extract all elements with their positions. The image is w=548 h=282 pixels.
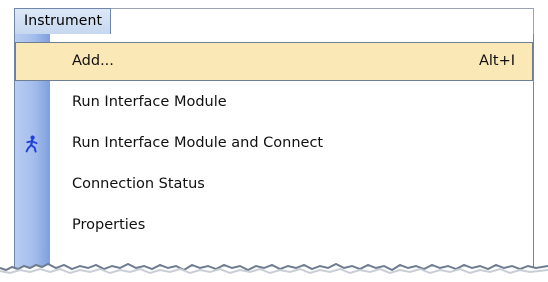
menu-item-label: Run Interface Module and Connect <box>72 135 324 151</box>
running-man-icon <box>24 135 40 153</box>
menu-item-label: Run Interface Module <box>72 94 227 110</box>
torn-edge-divider <box>0 262 548 282</box>
menu-item-connection-status[interactable]: Connection Status <box>15 165 533 204</box>
menu-instrument[interactable]: Instrument <box>14 8 112 35</box>
menu-item-properties[interactable]: Properties <box>15 206 533 245</box>
menu-item-label: Properties <box>72 217 146 233</box>
menu-item-shortcut: Alt+I <box>478 53 515 69</box>
screenshot-stage: Instrument Add... Alt+I Run Interface Mo… <box>0 0 548 282</box>
menu-item-run-interface-module[interactable]: Run Interface Module <box>15 83 533 122</box>
menu-item-run-interface-module-and-connect[interactable]: Run Interface Module and Connect <box>15 124 533 163</box>
instrument-dropdown-menu: Add... Alt+I Run Interface Module Run In… <box>14 34 534 268</box>
menu-bar: Instrument <box>14 8 534 35</box>
menu-item-add[interactable]: Add... Alt+I <box>15 42 533 81</box>
menu-item-label: Add... <box>72 53 114 69</box>
menu-item-label: Connection Status <box>72 176 205 192</box>
